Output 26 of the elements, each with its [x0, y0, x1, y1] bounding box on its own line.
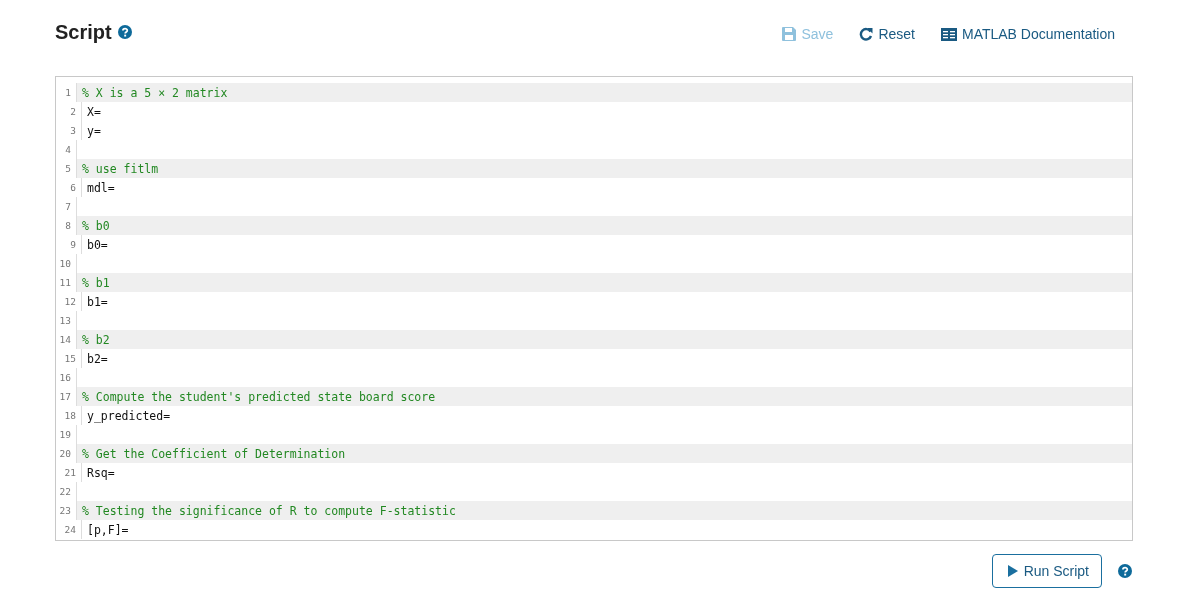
code-comment: % Get the Coefficient of Determination: [82, 446, 346, 461]
code-comment: % b2: [82, 332, 110, 347]
code-comment: % X is a 5 × 2 matrix: [82, 85, 228, 100]
play-icon: [1007, 565, 1018, 577]
code-comment: % use fitlm: [82, 161, 159, 176]
code-line: Rsq=: [87, 465, 115, 480]
help-icon[interactable]: [1118, 564, 1132, 578]
run-script-button[interactable]: Run Script: [991, 554, 1102, 588]
documentation-link[interactable]: MATLAB Documentation: [940, 24, 1115, 44]
code-comment: % b1: [82, 275, 110, 290]
page-title: Script: [55, 20, 112, 44]
code-line: b0=: [87, 237, 108, 252]
help-icon[interactable]: [117, 25, 132, 39]
code-line: mdl=: [87, 180, 115, 195]
code-line: b2=: [87, 351, 108, 366]
code-line: y=: [87, 123, 101, 138]
code-line: b1=: [87, 294, 108, 309]
book-icon: [940, 27, 957, 41]
code-comment: % b0: [82, 218, 110, 233]
code-comment: % Testing the significance of R to compute F-statistic: [82, 503, 456, 518]
code-comment: % Compute the student's predicted state board score: [82, 389, 436, 404]
code-line: y_predicted=: [87, 408, 171, 423]
code-line: X=: [87, 104, 101, 119]
code-line: [p,F]=: [87, 522, 129, 537]
reset-icon: [859, 27, 874, 41]
reset-button[interactable]: Reset: [859, 24, 915, 44]
